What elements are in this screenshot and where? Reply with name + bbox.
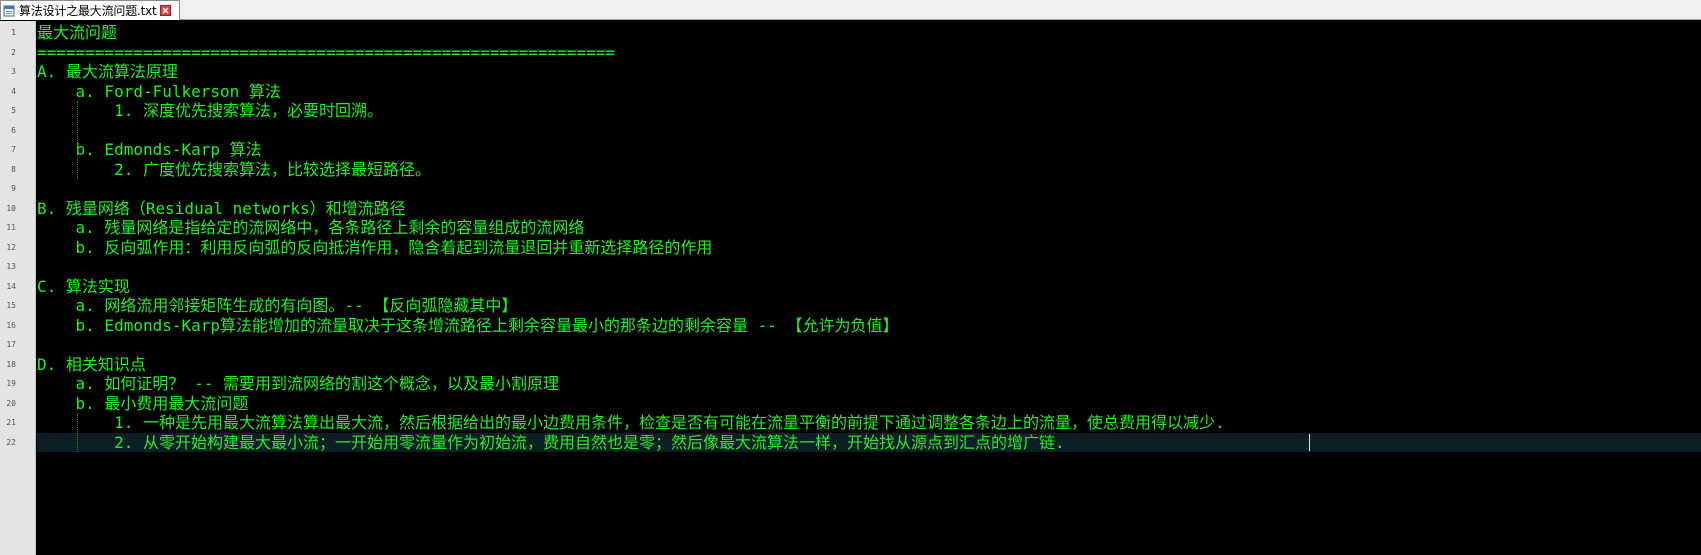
- text-caret: [1309, 433, 1310, 451]
- line-number: 22: [6, 437, 16, 447]
- line-number: 7: [11, 145, 16, 154]
- line-number: 3: [11, 67, 16, 76]
- indent-guide: [77, 413, 78, 452]
- line-number: 21: [6, 418, 16, 427]
- tab-title: 算法设计之最大流问题.txt: [19, 4, 157, 18]
- code-line: a. 如何证明？ -- 需要用到流网络的割这个概念，以及最小割原理: [37, 374, 559, 393]
- code-line: a. 网络流用邻接矩阵生成的有向图。-- 【反向弧隐藏其中】: [37, 296, 518, 315]
- code-line: 2. 广度优先搜索算法，比较选择最短路径。: [37, 159, 431, 179]
- code-line: b. 最小费用最大流问题: [37, 393, 249, 413]
- text-file-icon: [3, 5, 15, 17]
- line-number: 8: [11, 164, 16, 174]
- code-line: C. 算法实现: [37, 276, 130, 296]
- line-number: 11: [6, 223, 16, 232]
- indent-guide: [77, 101, 78, 179]
- line-number: 9: [11, 184, 16, 193]
- line-number: 20: [6, 398, 16, 408]
- line-number: 1: [11, 28, 16, 37]
- code-line: B. 残量网络（Residual networks）和增流路径: [37, 198, 406, 218]
- code-line: b. Edmonds-Karp算法能增加的流量取决于这条增流路径上剩余容量最小的…: [37, 315, 899, 335]
- line-number: 5: [11, 106, 16, 115]
- line-number: 18: [6, 359, 16, 369]
- line-number-gutter: 1 2 3 4 5 6 7 8 9 10 11 12 13 14 15 16 17 18 19 20 21 22: [0, 21, 36, 555]
- code-line: a. Ford-Fulkerson 算法: [37, 81, 281, 101]
- text-editor[interactable]: 最大流问题 ===================================…: [37, 21, 1701, 555]
- code-line: b. Edmonds-Karp 算法: [37, 140, 262, 159]
- line-number: 15: [6, 301, 16, 310]
- code-line: ========================================…: [37, 42, 615, 62]
- code-line: A. 最大流算法原理: [37, 62, 178, 81]
- line-number: 13: [6, 262, 16, 271]
- code-line: 1. 一种是先用最大流算法算出最大流，然后根据给出的最小边费用条件，检查是否有可…: [37, 413, 1225, 432]
- code-line: 2. 从零开始构建最大最小流；一开始用零流量作为初始流，费用自然也是零；然后像最…: [37, 432, 1065, 452]
- line-number: 16: [6, 320, 16, 330]
- line-number: 6: [11, 125, 16, 135]
- code-line: b. 反向弧作用：利用反向弧的反向抵消作用，隐含着起到流量退回并重新选择路径的作…: [37, 237, 713, 257]
- tab-bar: 算法设计之最大流问题.txt: [0, 0, 1701, 20]
- code-line: a. 残量网络是指给定的流网络中，各条路径上剩余的容量组成的流网络: [37, 218, 585, 237]
- line-number: 17: [6, 340, 16, 349]
- line-number: 2: [11, 47, 16, 57]
- file-tab[interactable]: 算法设计之最大流问题.txt: [0, 0, 180, 20]
- close-icon[interactable]: [159, 5, 171, 16]
- line-number: 10: [6, 203, 16, 213]
- line-number: 4: [11, 86, 16, 96]
- line-number: 19: [6, 379, 16, 388]
- editor-window: 算法设计之最大流问题.txt 1 2 3 4 5 6 7 8 9 10 11 12 13 14 15 16 17…: [0, 0, 1701, 555]
- line-number: 12: [6, 242, 16, 252]
- code-line: 1. 深度优先搜索算法，必要时回溯。: [37, 101, 383, 120]
- code-line: 最大流问题: [37, 23, 118, 42]
- line-number: 14: [6, 281, 16, 291]
- code-line: D. 相关知识点: [37, 354, 146, 374]
